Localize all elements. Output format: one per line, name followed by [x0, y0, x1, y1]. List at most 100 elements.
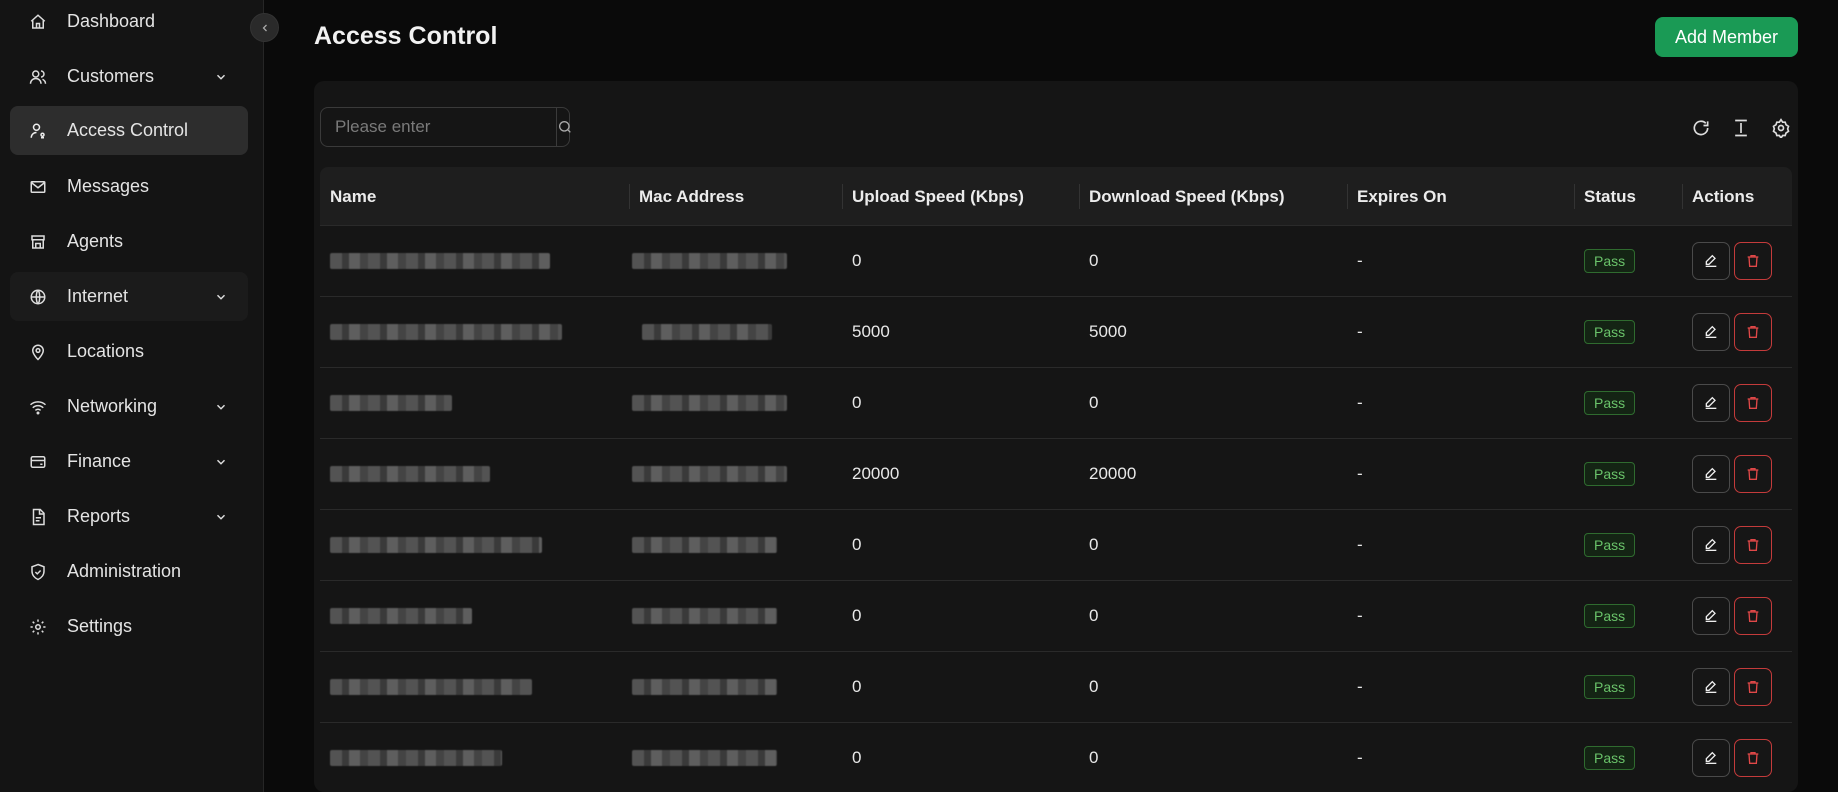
edit-icon — [1705, 325, 1717, 338]
users-icon — [28, 67, 48, 87]
sidebar-item-settings[interactable]: Settings — [10, 602, 248, 651]
status-cell: Pass — [1574, 581, 1636, 651]
sidebar-item-access-control[interactable]: Access Control — [10, 106, 248, 155]
column-header-mac-address[interactable]: Mac Address — [629, 167, 744, 226]
redacted-name — [330, 395, 452, 411]
name-cell — [320, 439, 490, 509]
edit-button[interactable] — [1692, 597, 1730, 635]
column-header-status[interactable]: Status — [1574, 167, 1636, 226]
mac-cell — [622, 510, 777, 580]
sidebar-item-label: Settings — [67, 616, 133, 636]
redacted-mac-address — [642, 324, 772, 340]
delete-button[interactable] — [1734, 313, 1772, 351]
redacted-mac-address — [632, 679, 777, 695]
table-row: 0 0 - Pass — [320, 510, 1792, 581]
trash-icon — [1747, 326, 1759, 338]
search-input[interactable] — [321, 108, 556, 146]
table-row: 0 0 - Pass — [320, 723, 1792, 792]
status-cell: Pass — [1574, 510, 1636, 580]
name-cell — [320, 510, 542, 580]
table-row: 0 0 - Pass — [320, 581, 1792, 652]
delete-button[interactable] — [1734, 739, 1772, 777]
gear-icon[interactable] — [1770, 117, 1792, 139]
trash-icon — [1747, 539, 1759, 551]
delete-button[interactable] — [1734, 455, 1772, 493]
sidebar-item-customers[interactable]: Customers — [10, 52, 248, 101]
delete-button[interactable] — [1734, 526, 1772, 564]
delete-button[interactable] — [1734, 384, 1772, 422]
wifi-icon — [28, 397, 48, 417]
edit-button[interactable] — [1692, 313, 1730, 351]
trash-icon — [1747, 610, 1759, 622]
delete-button[interactable] — [1734, 597, 1772, 635]
edit-icon — [1705, 751, 1717, 764]
edit-icon — [1705, 609, 1717, 622]
search-box — [320, 107, 573, 147]
table-body: 0 0 - Pass 5000 5000 - Pass 0 0 - Pass 20000 20000 - Pa… — [320, 226, 1792, 792]
edit-button[interactable] — [1692, 384, 1730, 422]
table-row: 20000 20000 - Pass — [320, 439, 1792, 510]
expires-on-cell: - — [1357, 393, 1363, 412]
column-header-expires-on[interactable]: Expires On — [1347, 167, 1447, 226]
mail-icon — [28, 177, 48, 197]
sidebar-item-label: Dashboard — [67, 11, 156, 31]
redacted-mac-address — [632, 466, 787, 482]
refresh-icon[interactable] — [1690, 117, 1712, 139]
column-header-download-speed[interactable]: Download Speed (Kbps) — [1079, 167, 1285, 226]
expires-on-cell: - — [1357, 322, 1363, 341]
page-title: Access Control — [314, 22, 498, 50]
status-cell: Pass — [1574, 368, 1636, 438]
content-card: Name Mac Address Upload Speed (Kbps) Dow… — [314, 81, 1798, 792]
edit-button[interactable] — [1692, 668, 1730, 706]
delete-button[interactable] — [1734, 668, 1772, 706]
sidebar-item-finance[interactable]: Finance — [10, 437, 248, 486]
sidebar-item-agents[interactable]: Agents — [10, 217, 248, 266]
expires-on-cell: - — [1357, 677, 1363, 696]
status-badge: Pass — [1584, 533, 1636, 557]
chevron-down-icon — [214, 453, 228, 474]
name-cell — [320, 652, 532, 722]
sidebar-item-label: Finance — [67, 451, 132, 471]
members-table: Name Mac Address Upload Speed (Kbps) Dow… — [320, 167, 1792, 792]
sidebar-item-locations[interactable]: Locations — [10, 327, 248, 376]
column-header-upload-speed[interactable]: Upload Speed (Kbps) — [842, 167, 1024, 226]
edit-button[interactable] — [1692, 739, 1730, 777]
download-speed-cell: 20000 — [1089, 464, 1137, 483]
chevron-down-icon — [214, 288, 228, 309]
sidebar-item-label: Locations — [67, 341, 145, 361]
edit-button[interactable] — [1692, 242, 1730, 280]
sidebar-item-reports[interactable]: Reports — [10, 492, 248, 541]
redacted-name — [330, 253, 550, 269]
delete-button[interactable] — [1734, 242, 1772, 280]
redacted-name — [330, 679, 532, 695]
globe-icon — [28, 287, 48, 307]
upload-speed-cell: 5000 — [852, 322, 890, 341]
download-speed-cell: 5000 — [1089, 322, 1127, 341]
upload-speed-cell: 20000 — [852, 464, 900, 483]
redacted-name — [330, 608, 472, 624]
name-cell — [320, 297, 562, 367]
edit-icon — [1705, 396, 1717, 409]
sidebar-item-internet[interactable]: Internet — [10, 272, 248, 321]
edit-button[interactable] — [1692, 455, 1730, 493]
table-header: Name Mac Address Upload Speed (Kbps) Dow… — [320, 167, 1792, 226]
chevron-down-icon — [214, 398, 228, 419]
mac-cell — [632, 297, 772, 367]
download-speed-cell: 0 — [1089, 606, 1099, 625]
sidebar-item-networking[interactable]: Networking — [10, 382, 248, 431]
column-header-name[interactable]: Name — [320, 167, 376, 226]
sidebar-item-administration[interactable]: Administration — [10, 547, 248, 596]
column-height-icon[interactable] — [1730, 117, 1752, 139]
search-button[interactable] — [556, 108, 573, 146]
sidebar-item-dashboard[interactable]: Dashboard — [10, 0, 248, 46]
edit-button[interactable] — [1692, 526, 1730, 564]
upload-speed-cell: 0 — [852, 677, 862, 696]
edit-icon — [1705, 254, 1717, 267]
status-cell: Pass — [1574, 226, 1636, 296]
sidebar-collapse-button[interactable] — [250, 13, 279, 42]
add-member-button[interactable]: Add Member — [1655, 17, 1798, 57]
sidebar-item-messages[interactable]: Messages — [10, 162, 248, 211]
expires-on-cell: - — [1357, 251, 1363, 270]
edit-icon — [1705, 538, 1717, 551]
table-row: 0 0 - Pass — [320, 652, 1792, 723]
